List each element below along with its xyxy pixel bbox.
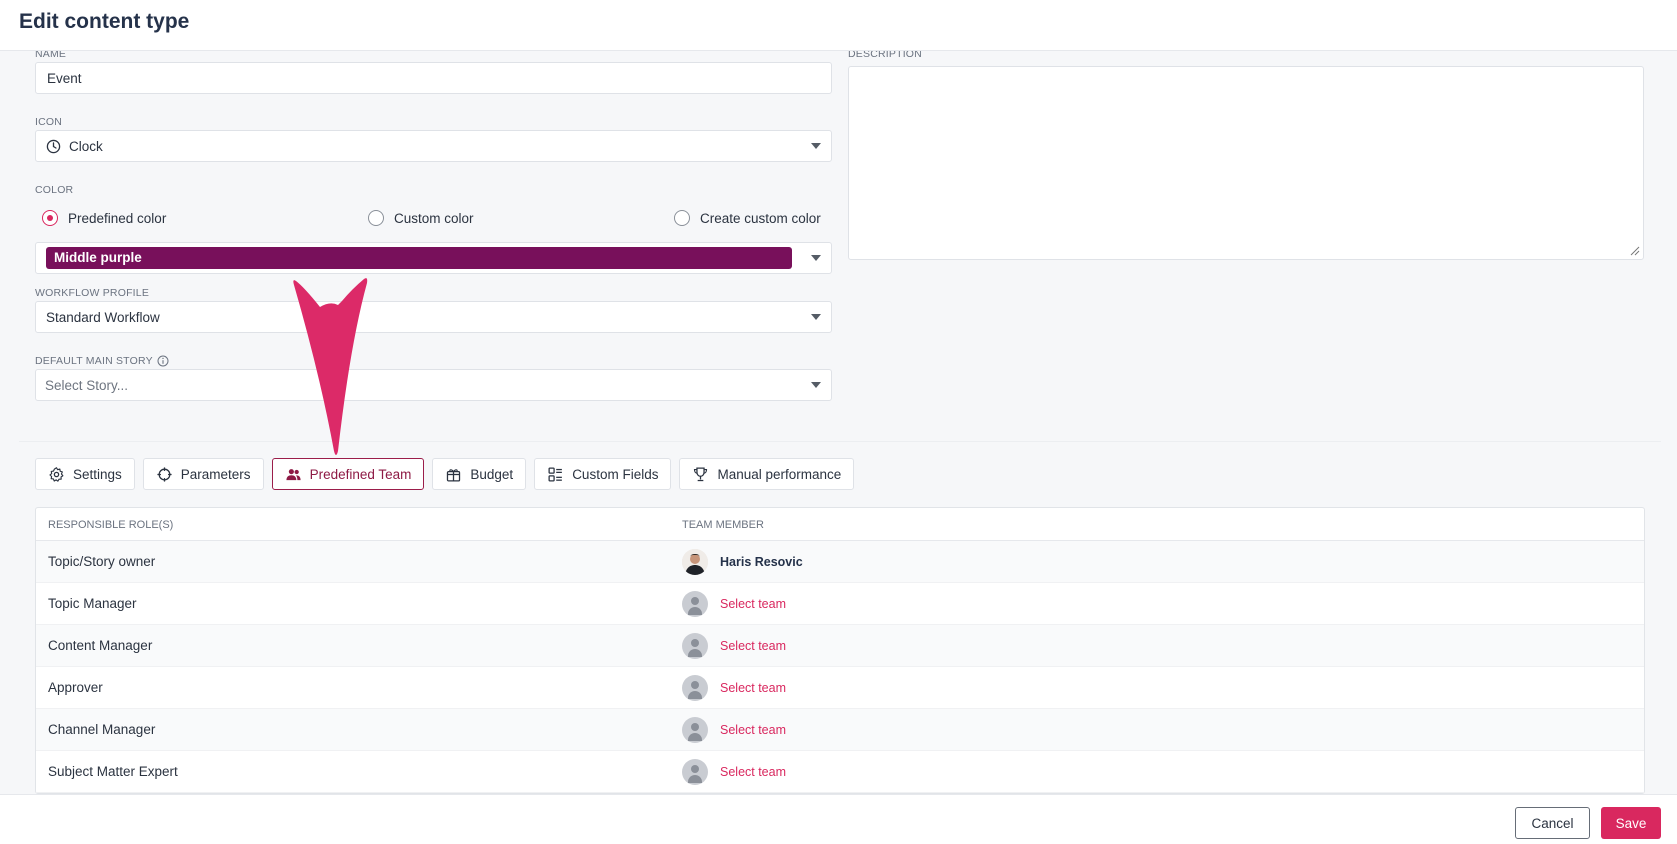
chevron-down-icon: [811, 382, 821, 388]
table-row: Topic/Story owner Haris Resovic: [36, 541, 1644, 583]
select-team-link[interactable]: Select team: [720, 723, 786, 737]
tab-custom-fields[interactable]: Custom Fields: [534, 458, 672, 490]
member-cell: Select team: [682, 633, 786, 659]
radio-checked-icon: [42, 210, 58, 226]
tab-custom-fields-label: Custom Fields: [572, 466, 659, 482]
radio-predefined-color-label: Predefined color: [68, 210, 167, 226]
color-select[interactable]: Middle purple: [35, 242, 832, 274]
radio-custom-color[interactable]: Custom color: [368, 206, 474, 230]
clock-icon: [46, 139, 61, 153]
workflow-label: WORKFLOW PROFILE: [35, 287, 150, 299]
page-header: Edit content type: [0, 0, 1677, 51]
tab-parameters-label: Parameters: [180, 466, 251, 482]
color-swatch: Middle purple: [46, 247, 792, 269]
trophy-icon: [694, 466, 708, 481]
team-table: RESPONSIBLE ROLE(S) TEAM MEMBER Topic/St…: [35, 507, 1645, 794]
tab-budget[interactable]: Budget: [432, 458, 527, 490]
default-avatar-icon: [682, 759, 708, 785]
main-story-placeholder: Select Story...: [45, 377, 129, 393]
save-button[interactable]: Save: [1601, 807, 1661, 839]
member-cell: Select team: [682, 591, 786, 617]
table-row: Channel Manager Select team: [36, 709, 1644, 751]
radio-unchecked-icon: [368, 210, 384, 226]
description-label: DESCRIPTION: [848, 51, 922, 60]
name-input[interactable]: Event: [35, 62, 832, 94]
chevron-down-icon: [811, 255, 821, 261]
column-header-member: TEAM MEMBER: [682, 519, 764, 531]
table-row: Content Manager Select team: [36, 625, 1644, 667]
radio-predefined-color[interactable]: Predefined color: [42, 206, 166, 230]
select-team-link[interactable]: Select team: [720, 681, 786, 695]
default-avatar-icon: [682, 717, 708, 743]
gift-icon: [447, 468, 461, 482]
radio-custom-color-label: Custom color: [394, 210, 474, 226]
tab-settings-label: Settings: [73, 466, 122, 482]
icon-select-value: Clock: [69, 138, 103, 154]
layout-icon: [548, 466, 563, 482]
member-cell[interactable]: Haris Resovic: [682, 549, 803, 575]
table-row: Subject Matter Expert Select team: [36, 751, 1644, 793]
member-cell: Select team: [682, 675, 786, 701]
tab-predefined-team-label: Predefined Team: [309, 466, 412, 482]
table-body: Topic/Story owner Haris Resovic Topic Ma…: [36, 541, 1644, 793]
main-story-label: DEFAULT MAIN STORY: [35, 355, 153, 367]
description-textarea[interactable]: [848, 66, 1644, 260]
tab-manual-performance-label: Manual performance: [717, 466, 842, 482]
tab-manual-performance[interactable]: Manual performance: [679, 458, 855, 490]
table-row: Topic Manager Select team: [36, 583, 1644, 625]
general-form-panel: NAME Event DESCRIPTION ICON Clock COLOR: [19, 51, 1661, 425]
default-avatar-icon: [682, 633, 708, 659]
icon-select[interactable]: Clock: [35, 130, 832, 162]
member-name: Haris Resovic: [720, 555, 803, 569]
select-team-link[interactable]: Select team: [720, 639, 786, 653]
table-row: Approver Select team: [36, 667, 1644, 709]
role-cell: Channel Manager: [48, 722, 156, 737]
avatar: [682, 549, 708, 575]
member-cell: Select team: [682, 759, 786, 785]
icon-label: ICON: [35, 116, 63, 128]
table-header: RESPONSIBLE ROLE(S) TEAM MEMBER: [36, 508, 1644, 541]
gear-icon: [49, 466, 64, 482]
content-area: NAME Event DESCRIPTION ICON Clock COLOR: [0, 51, 1677, 794]
dialog-footer: Cancel Save: [0, 794, 1677, 844]
role-cell: Subject Matter Expert: [48, 764, 178, 779]
workflow-select-value: Standard Workflow: [46, 309, 160, 325]
page-title: Edit content type: [19, 10, 190, 33]
role-cell: Topic Manager: [48, 596, 137, 611]
tab-budget-label: Budget: [470, 466, 514, 482]
main-story-label-row: DEFAULT MAIN STORY: [35, 355, 169, 367]
resize-handle-icon[interactable]: [1630, 246, 1640, 256]
select-team-link[interactable]: Select team: [720, 765, 786, 779]
crosshair-icon: [157, 466, 172, 482]
tab-settings[interactable]: Settings: [35, 458, 135, 490]
role-cell: Topic/Story owner: [48, 554, 156, 569]
radio-create-custom-color-label: Create custom color: [700, 210, 821, 226]
default-avatar-icon: [682, 675, 708, 701]
workflow-select[interactable]: Standard Workflow: [35, 301, 832, 333]
name-input-value: Event: [47, 70, 82, 86]
default-avatar-icon: [682, 591, 708, 617]
users-icon: [285, 468, 301, 480]
role-cell: Approver: [48, 680, 103, 695]
select-team-link[interactable]: Select team: [720, 597, 786, 611]
details-panel: Settings Parameters Predefined Team Budg…: [19, 441, 1661, 794]
chevron-down-icon: [811, 314, 821, 320]
color-mode-radio-group: Predefined color Custom color Create cus…: [35, 206, 832, 230]
main-story-select[interactable]: Select Story...: [35, 369, 832, 401]
member-cell: Select team: [682, 717, 786, 743]
tab-predefined-team[interactable]: Predefined Team: [271, 458, 425, 490]
column-header-role: RESPONSIBLE ROLE(S): [48, 519, 174, 531]
user-photo-icon: [682, 549, 708, 575]
color-label: COLOR: [35, 184, 74, 196]
tab-bar: Settings Parameters Predefined Team Budg…: [35, 458, 855, 490]
radio-unchecked-icon: [674, 210, 690, 226]
name-label: NAME: [35, 51, 67, 60]
role-cell: Content Manager: [48, 638, 153, 653]
chevron-down-icon: [811, 143, 821, 149]
info-icon[interactable]: [157, 355, 169, 367]
tab-parameters[interactable]: Parameters: [142, 458, 264, 490]
radio-create-custom-color[interactable]: Create custom color: [674, 206, 821, 230]
cancel-button[interactable]: Cancel: [1515, 807, 1590, 839]
